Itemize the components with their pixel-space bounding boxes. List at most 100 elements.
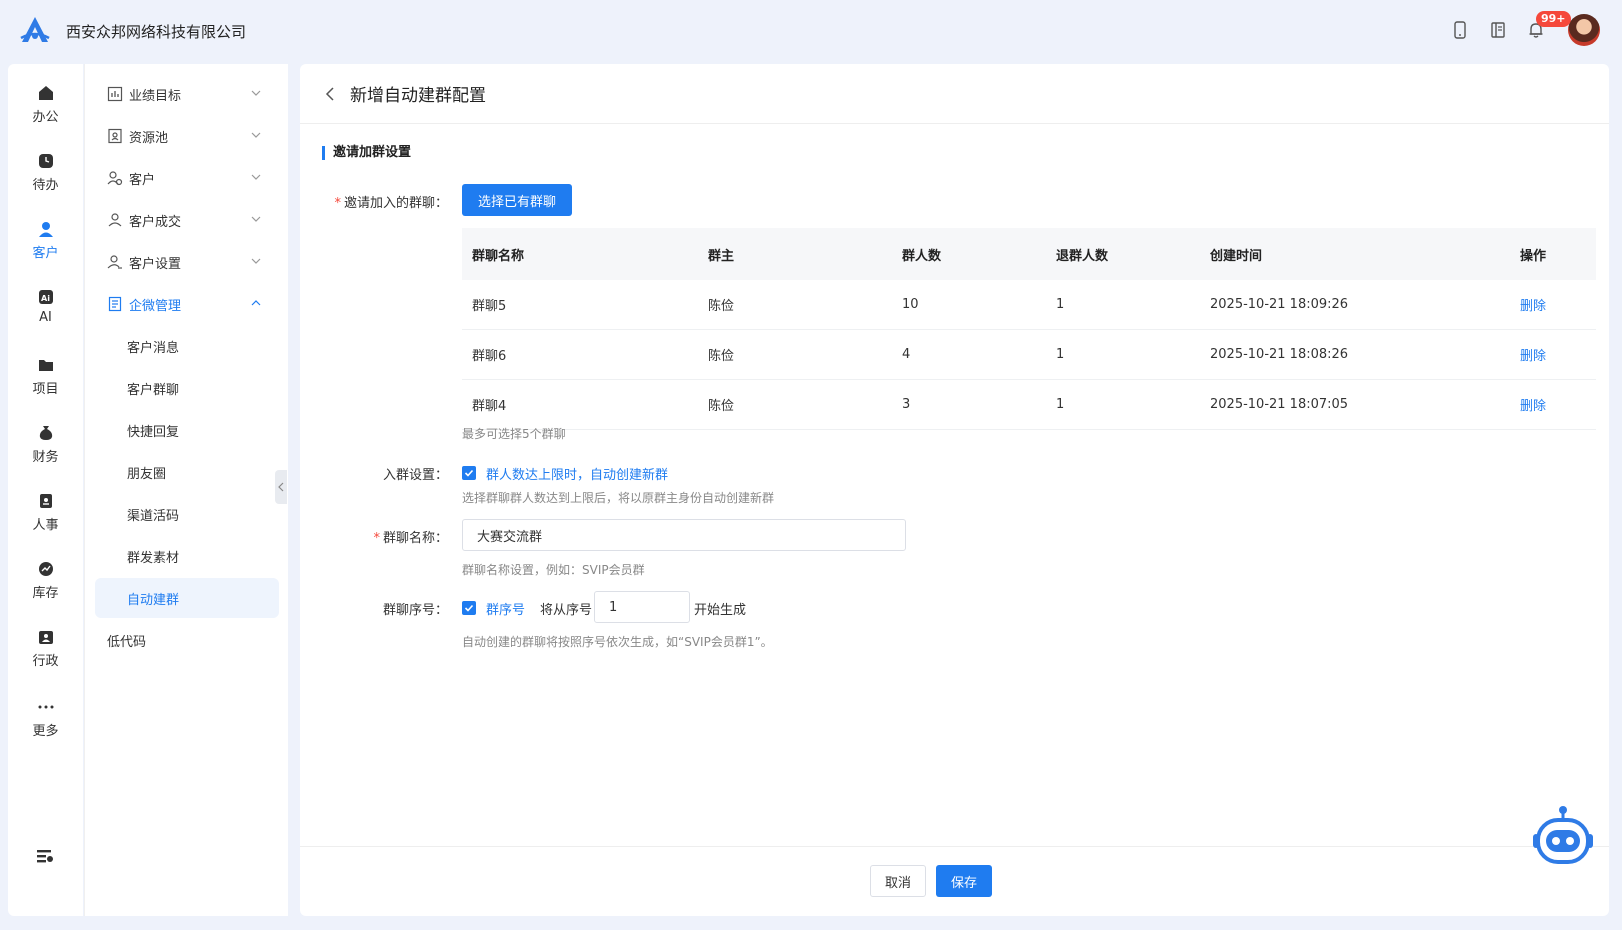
rail-label: 库存 — [32, 586, 59, 601]
group-seq-checkbox[interactable] — [462, 601, 476, 615]
rail-label: 项目 — [32, 382, 59, 397]
menu-label: 客户成交 — [129, 214, 182, 230]
rail-label: 财务 — [32, 450, 59, 465]
admin-icon — [38, 631, 53, 644]
collapse-sidebar-button[interactable] — [275, 470, 287, 504]
delete-link[interactable]: 删除 — [1510, 395, 1596, 414]
rail-label: 人事 — [32, 518, 59, 533]
menu-label: 低代码 — [107, 634, 147, 650]
settings-list-icon[interactable] — [36, 848, 54, 864]
chevron-down-icon — [251, 174, 261, 180]
cell-members: 3 — [902, 397, 911, 412]
check-icon — [464, 604, 474, 612]
menu-performance-goal[interactable]: 业绩目标 — [85, 74, 289, 114]
menu-auto-group[interactable]: 自动建群 — [95, 578, 279, 618]
rail-item-todo[interactable]: 待办 — [8, 152, 83, 193]
menu-quick-reply[interactable]: 快捷回复 — [85, 410, 289, 450]
menu-wecom-management[interactable]: 企微管理 — [85, 284, 289, 324]
cell-owner: 陈俭 — [708, 349, 735, 364]
assistant-robot-icon[interactable] — [1530, 802, 1596, 868]
col-quit-header: 退群人数 — [1056, 248, 1109, 264]
rail-label: 客户 — [32, 246, 59, 261]
user-settings-icon — [107, 255, 122, 269]
company-name: 西安众邦网络科技有限公司 — [66, 22, 247, 41]
menu-label: 客户设置 — [129, 256, 182, 272]
menu-moments[interactable]: 朋友圈 — [85, 452, 289, 492]
rail-item-office[interactable]: 办公 — [8, 84, 83, 125]
clock-icon — [38, 154, 53, 168]
rail-item-ai[interactable]: Ai AI — [8, 288, 83, 325]
avatar[interactable] — [1568, 14, 1600, 46]
menu-mass-material[interactable]: 群发素材 — [85, 536, 289, 576]
company-logo-icon — [20, 17, 50, 42]
col-name-header: 群聊名称 — [472, 248, 525, 264]
contact-card-icon — [108, 128, 122, 144]
group-seq-checkbox-label[interactable]: 群序号 — [486, 599, 525, 618]
auto-create-checkbox[interactable] — [462, 466, 476, 480]
bar-chart-icon — [107, 86, 123, 102]
rail-item-admin[interactable]: 行政 — [8, 628, 83, 669]
col-members-header: 群人数 — [902, 248, 942, 264]
menu-customer-message[interactable]: 客户消息 — [85, 326, 289, 366]
cell-quit: 1 — [1056, 297, 1065, 312]
menu-low-code[interactable]: 低代码 — [85, 620, 289, 660]
menu-label: 客户消息 — [127, 340, 180, 356]
delete-link[interactable]: 删除 — [1510, 345, 1596, 364]
chevron-down-icon — [251, 258, 261, 264]
back-arrow-icon[interactable] — [324, 86, 336, 102]
menu-label: 企微管理 — [129, 298, 182, 314]
menu-label: 客户 — [129, 172, 156, 188]
group-name-label: * 群聊名称： — [373, 531, 448, 546]
cell-created: 2025-10-21 18:08:26 — [1210, 347, 1349, 362]
save-button[interactable]: 保存 — [936, 865, 992, 897]
select-groupchat-button[interactable]: 选择已有群聊 — [462, 184, 572, 216]
book-icon[interactable] — [1488, 20, 1508, 40]
rail-item-finance[interactable]: 财务 — [8, 424, 83, 465]
menu-channel-qrcode[interactable]: 渠道活码 — [85, 494, 289, 534]
cell-members: 10 — [902, 297, 919, 312]
col-created-header: 创建时间 — [1210, 248, 1263, 264]
delete-link[interactable]: 删除 — [1510, 295, 1596, 314]
menu-customer-settings[interactable]: 客户设置 — [85, 242, 289, 282]
menu-label: 朋友圈 — [127, 466, 167, 482]
rail-label: 待办 — [32, 178, 59, 193]
main-panel: 新增自动建群配置 邀请加群设置 * 邀请加入的群聊： 选择已有群聊 群聊名称 群主… — [300, 64, 1609, 916]
cell-created: 2025-10-21 18:07:05 — [1210, 397, 1349, 412]
max-select-hint: 最多可选择5个群聊 — [462, 427, 566, 441]
bell-icon[interactable]: 99+ — [1526, 11, 1571, 40]
chevron-up-icon — [251, 300, 261, 306]
seq-start-text: 开始生成 — [694, 603, 747, 618]
table-row: 群聊5 陈俭 10 1 2025-10-21 18:09:26 删除 — [462, 280, 1596, 330]
menu-label: 客户群聊 — [127, 382, 180, 398]
chevron-left-icon — [278, 482, 284, 492]
left-rail: 办公 待办 客户 Ai AI 项目 财务 人事 库存 行政 更多 — [8, 64, 83, 916]
group-name-input[interactable] — [462, 519, 906, 551]
badge-icon — [39, 494, 52, 508]
cancel-button[interactable]: 取消 — [870, 865, 926, 897]
rail-item-customer[interactable]: 客户 — [8, 220, 83, 261]
table-row: 群聊4 陈俭 3 1 2025-10-21 18:07:05 删除 — [462, 380, 1596, 430]
rail-item-project[interactable]: 项目 — [8, 356, 83, 397]
footer-bar: 取消 保存 — [300, 846, 1609, 916]
menu-customer-deal[interactable]: 客户成交 — [85, 200, 289, 240]
rail-item-inventory[interactable]: 库存 — [8, 560, 83, 601]
rail-item-more[interactable]: 更多 — [8, 698, 83, 739]
menu-resource-pool[interactable]: 资源池 — [85, 116, 289, 156]
menu-customer[interactable]: 客户 — [85, 158, 289, 198]
cell-owner: 陈俭 — [708, 299, 735, 314]
chevron-down-icon — [251, 132, 261, 138]
money-bag-icon — [39, 426, 52, 440]
menu-customer-groupchat[interactable]: 客户群聊 — [85, 368, 289, 408]
menu-label: 资源池 — [129, 130, 169, 146]
user-icon — [108, 213, 122, 227]
chevron-down-icon — [251, 90, 261, 96]
rail-label: 行政 — [32, 654, 59, 669]
group-name-hint: 群聊名称设置，例如：SVIP会员群 — [462, 563, 645, 577]
join-hint: 选择群聊群人数达到上限后，将以原群主身份自动创建新群 — [462, 491, 775, 505]
seq-start-input[interactable] — [594, 591, 690, 623]
rail-item-hr[interactable]: 人事 — [8, 492, 83, 533]
mobile-icon[interactable] — [1450, 20, 1470, 40]
menu-label: 渠道活码 — [127, 508, 180, 524]
auto-create-label[interactable]: 群人数达上限时，自动创建新群 — [486, 464, 668, 483]
chevron-down-icon — [251, 216, 261, 222]
